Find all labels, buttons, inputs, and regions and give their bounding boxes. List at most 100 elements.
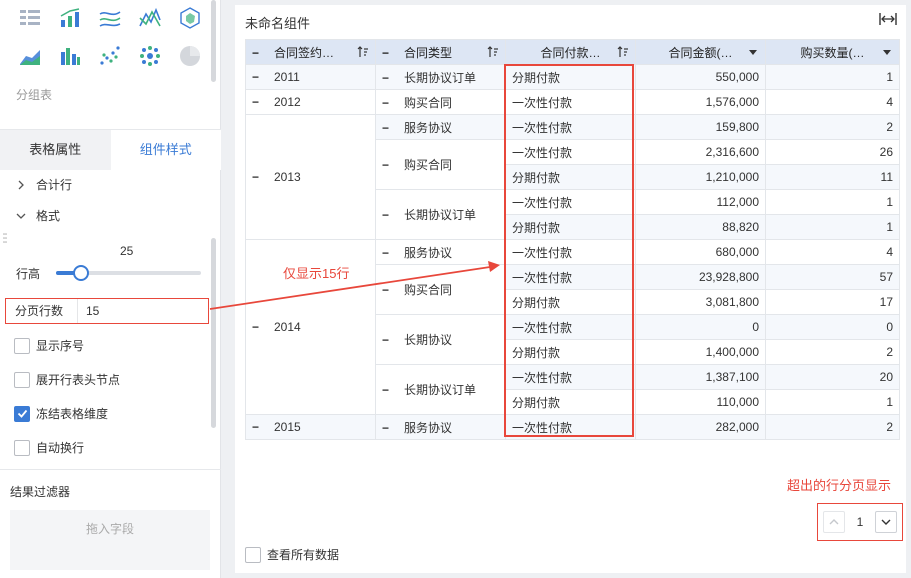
dropdown-caret-icon[interactable] [749, 50, 757, 55]
row-height-slider[interactable] [56, 265, 201, 281]
header-label: 合同签约… [274, 45, 335, 60]
type-cell[interactable]: − 长期协议 [375, 314, 506, 365]
type-cell[interactable]: − 购买合同 [375, 264, 506, 315]
gallery-scrollbar[interactable] [211, 0, 216, 82]
multi-line-chart-icon[interactable] [98, 6, 122, 30]
payment-cell: 一次性付款 [505, 189, 636, 215]
type-cell[interactable]: − 服务协议 [375, 114, 506, 140]
checkbox-box[interactable] [245, 546, 261, 563]
collapse-icon[interactable]: − [252, 70, 266, 84]
type-cell[interactable]: − 购买合同 [375, 139, 506, 190]
sort-icon[interactable] [487, 46, 499, 58]
collapse-icon[interactable]: − [252, 46, 266, 60]
collapse-icon[interactable]: − [382, 96, 396, 110]
qty-cell: 2 [765, 339, 900, 365]
year-cell[interactable]: −2015 [245, 414, 376, 440]
year-cell[interactable]: −2011 [245, 64, 376, 90]
amount-cell: 1,400,000 [635, 339, 766, 365]
header-contract-date[interactable]: − 合同签约… [245, 39, 376, 65]
current-page: 1 [856, 515, 864, 529]
payment-cell: 一次性付款 [505, 114, 636, 140]
collapse-icon[interactable]: − [252, 420, 266, 434]
type-label: 服务协议 [404, 245, 453, 260]
table-row: −2015 − 服务协议 一次性付款 282,000 2 [245, 414, 900, 440]
total-row-section[interactable]: 合计行 [16, 176, 72, 193]
sort-icon[interactable] [617, 46, 629, 58]
format-section[interactable]: 格式 [16, 207, 60, 224]
expand-row-header-checkbox[interactable]: 展开行表头节点 [14, 371, 120, 388]
type-cell[interactable]: − 购买合同 [375, 89, 506, 115]
collapse-icon[interactable]: − [382, 46, 396, 60]
checkbox-box[interactable] [14, 405, 30, 422]
show-serial-checkbox[interactable]: 显示序号 [14, 337, 84, 354]
table-row: −2014 − 服务协议 一次性付款 680,000 4 [245, 239, 900, 415]
collapse-icon[interactable]: − [382, 246, 396, 260]
freeze-dimension-checkbox[interactable]: 冻结表格维度 [14, 405, 108, 422]
line-chart-icon[interactable] [138, 6, 162, 30]
settings-scrollbar[interactable] [211, 238, 216, 428]
collapse-icon[interactable]: − [252, 320, 266, 334]
dropdown-caret-icon[interactable] [883, 50, 891, 55]
collapse-icon[interactable]: − [252, 170, 266, 184]
year-cell[interactable]: −2013 [245, 114, 376, 240]
expand-width-icon[interactable] [879, 12, 897, 26]
amount-cell: 88,820 [635, 214, 766, 240]
year-cell[interactable]: −2012 [245, 89, 376, 115]
tab-table-properties[interactable]: 表格属性 [0, 130, 111, 170]
scatter-chart-icon[interactable] [98, 44, 122, 68]
header-contract-amount[interactable]: 合同金额(… [635, 39, 766, 65]
prev-page-button[interactable] [823, 511, 845, 533]
page-rows-input[interactable]: 15 [78, 304, 99, 318]
amount-cell: 1,576,000 [635, 89, 766, 115]
type-label: 长期协议订单 [404, 70, 477, 85]
filter-dropzone[interactable]: 拖入字段 [10, 510, 210, 570]
auto-wrap-checkbox[interactable]: 自动换行 [14, 439, 84, 456]
amount-cell: 23,928,800 [635, 264, 766, 290]
next-page-button[interactable] [875, 511, 897, 533]
matrix-chart-icon[interactable] [18, 6, 42, 30]
qty-cell: 20 [765, 364, 900, 390]
rows-limit-annotation: 仅显示15行 [283, 266, 350, 281]
row-height-slider-thumb[interactable] [72, 265, 89, 281]
collapse-icon[interactable]: − [382, 283, 396, 297]
collapse-icon[interactable]: − [382, 333, 396, 347]
radar-chart-icon[interactable] [178, 6, 202, 30]
header-purchase-qty[interactable]: 购买数量(… [765, 39, 900, 65]
header-payment-method[interactable]: 合同付款… [505, 39, 636, 65]
payment-cell: 一次性付款 [505, 314, 636, 340]
collapse-icon[interactable]: − [382, 71, 396, 85]
collapse-icon[interactable]: − [382, 158, 396, 172]
collapse-icon[interactable]: − [382, 421, 396, 435]
view-all-data-checkbox[interactable]: 查看所有数据 [245, 546, 339, 563]
collapse-icon[interactable]: − [382, 121, 396, 135]
type-cell[interactable]: − 长期协议订单 [375, 189, 506, 240]
sort-icon[interactable] [357, 46, 369, 58]
panel-divider [0, 469, 221, 470]
collapse-icon[interactable]: − [382, 383, 396, 397]
row-height-value: 25 [120, 244, 134, 258]
type-cell[interactable]: − 长期协议订单 [375, 64, 506, 90]
type-cell[interactable]: − 服务协议 [375, 239, 506, 265]
collapse-icon[interactable]: − [252, 95, 266, 109]
chevron-right-icon [18, 180, 24, 189]
drag-handle-icon[interactable] [3, 233, 7, 245]
area-chart-icon[interactable] [18, 44, 42, 68]
chevron-down-icon [881, 519, 891, 525]
checkbox-box[interactable] [14, 337, 30, 354]
collapse-icon[interactable]: − [382, 208, 396, 222]
qty-cell: 1 [765, 64, 900, 90]
payment-cell: 分期付款 [505, 214, 636, 240]
type-cell[interactable]: − 服务协议 [375, 414, 506, 440]
qty-cell: 1 [765, 389, 900, 415]
type-cell[interactable]: − 长期协议订单 [375, 364, 506, 415]
checkbox-box[interactable] [14, 439, 30, 456]
left-settings-panel: 分组表 表格属性 组件样式 合计行 格式 25 行高 分页行数 15 显示序号 … [0, 0, 221, 578]
tab-component-style[interactable]: 组件样式 [110, 130, 221, 170]
payment-cell: 分期付款 [505, 64, 636, 90]
pie-chart-icon[interactable] [178, 44, 202, 68]
grouped-bar-chart-icon[interactable] [58, 44, 82, 68]
header-contract-type[interactable]: − 合同类型 [375, 39, 506, 65]
bubble-chart-icon[interactable] [138, 44, 162, 68]
checkbox-box[interactable] [14, 371, 30, 388]
bar-line-chart-icon[interactable] [58, 6, 82, 30]
